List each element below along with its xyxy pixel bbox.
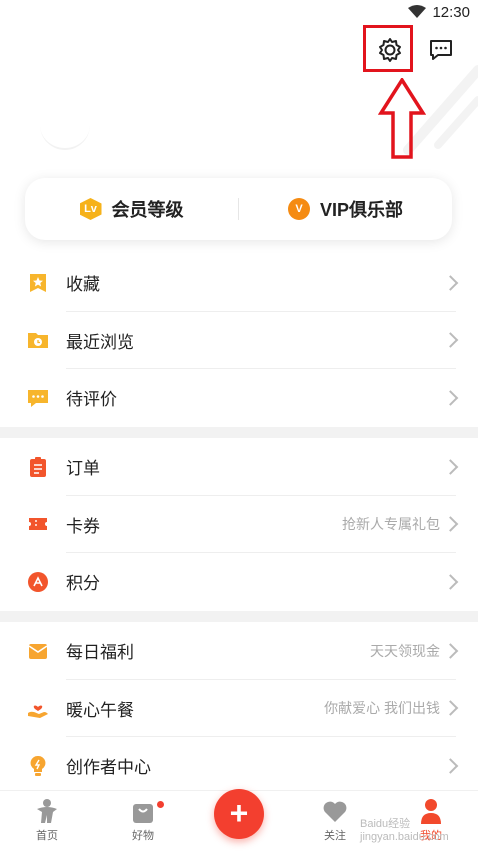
menu-label: 每日福利 — [66, 643, 134, 663]
menu-item-points[interactable]: 积分 — [0, 553, 478, 611]
member-level-label: 会员等级 — [111, 200, 184, 220]
menu-item-orders[interactable]: 订单 — [0, 438, 478, 496]
menu-item-pending-review[interactable]: 待评价 — [0, 369, 478, 427]
chevron-right-icon — [442, 274, 459, 291]
lightbulb-icon — [30, 755, 46, 776]
menu-label: 创作者中心 — [66, 758, 151, 778]
tab-label: 关注 — [324, 830, 346, 842]
shopping-bag-icon — [133, 804, 153, 823]
membership-card: Lv 会员等级 V VIP俱乐部 — [25, 178, 452, 240]
wifi-icon — [408, 5, 426, 18]
menu-label: 收藏 — [66, 275, 100, 295]
menu-hint: 抢新人专属礼包 — [342, 516, 440, 533]
chevron-right-icon — [442, 458, 459, 475]
red-envelope-icon — [28, 643, 48, 659]
notification-dot — [157, 801, 164, 808]
menu-group-3: 每日福利 天天领现金 暖心午餐 你献爱心 我们出钱 创作者中心 — [0, 622, 478, 795]
avatar[interactable] — [40, 118, 90, 150]
menu-label: 暖心午餐 — [66, 700, 134, 720]
tab-label: 好物 — [132, 830, 154, 842]
menu-item-warm-lunch[interactable]: 暖心午餐 你献爱心 我们出钱 — [0, 680, 478, 737]
message-button[interactable] — [421, 30, 461, 70]
vip-club-button[interactable]: V VIP俱乐部 — [239, 196, 452, 222]
folder-clock-icon — [28, 333, 48, 349]
menu-item-recent[interactable]: 最近浏览 — [0, 312, 478, 369]
menu-label: 卡券 — [66, 516, 100, 536]
menu-hint: 你献爱心 我们出钱 — [324, 700, 440, 717]
vip-badge-icon: V — [287, 198, 310, 220]
comment-dots-icon — [28, 389, 48, 407]
member-level-button[interactable]: Lv 会员等级 — [25, 196, 238, 222]
menu-item-coupons[interactable]: 卡券 抢新人专属礼包 — [0, 496, 478, 553]
chevron-right-icon — [442, 389, 459, 406]
menu-label: 积分 — [66, 574, 100, 594]
status-bar: 12:30 — [0, 0, 478, 26]
menu-hint: 天天领现金 — [370, 642, 440, 659]
tab-label: 首页 — [36, 830, 58, 842]
tab-goods[interactable]: 好物 — [113, 797, 173, 843]
bookmark-star-icon — [30, 273, 46, 292]
menu-group-1: 收藏 最近浏览 待评价 — [0, 254, 478, 427]
create-post-button[interactable]: + — [214, 789, 264, 839]
menu-item-favorites[interactable]: 收藏 — [0, 254, 478, 312]
clipboard-list-icon — [30, 456, 46, 477]
ticket-icon — [29, 518, 47, 531]
chevron-right-icon — [442, 516, 459, 533]
person-run-icon — [37, 799, 57, 823]
menu-item-daily-benefits[interactable]: 每日福利 天天领现金 — [0, 622, 478, 680]
chevron-right-icon — [442, 573, 459, 590]
annotation-arrow — [378, 78, 426, 159]
menu-item-creator-center[interactable]: 创作者中心 — [0, 737, 478, 795]
watermark: Baidu经验 jingyan.baidu.com — [360, 818, 449, 843]
section-gap — [0, 611, 478, 622]
chevron-right-icon — [442, 642, 459, 659]
annotation-highlight-box — [363, 25, 413, 72]
chat-icon — [430, 40, 452, 60]
menu-label: 最近浏览 — [66, 332, 134, 352]
status-time: 12:30 — [432, 4, 470, 21]
menu-label: 待评价 — [66, 390, 117, 410]
hand-heart-icon — [28, 705, 48, 719]
vip-club-label: VIP俱乐部 — [319, 200, 403, 220]
menu-label: 订单 — [66, 459, 100, 479]
section-gap — [0, 427, 478, 438]
menu-group-2: 订单 卡券 抢新人专属礼包 积分 — [0, 438, 478, 611]
level-badge-icon: Lv — [79, 198, 102, 220]
tab-follow[interactable]: 关注 — [305, 797, 365, 843]
heart-icon — [323, 801, 347, 822]
chevron-right-icon — [442, 700, 459, 717]
points-medal-icon — [28, 571, 48, 592]
chevron-right-icon — [442, 332, 459, 349]
tab-home[interactable]: 首页 — [17, 797, 77, 843]
chevron-right-icon — [442, 757, 459, 774]
